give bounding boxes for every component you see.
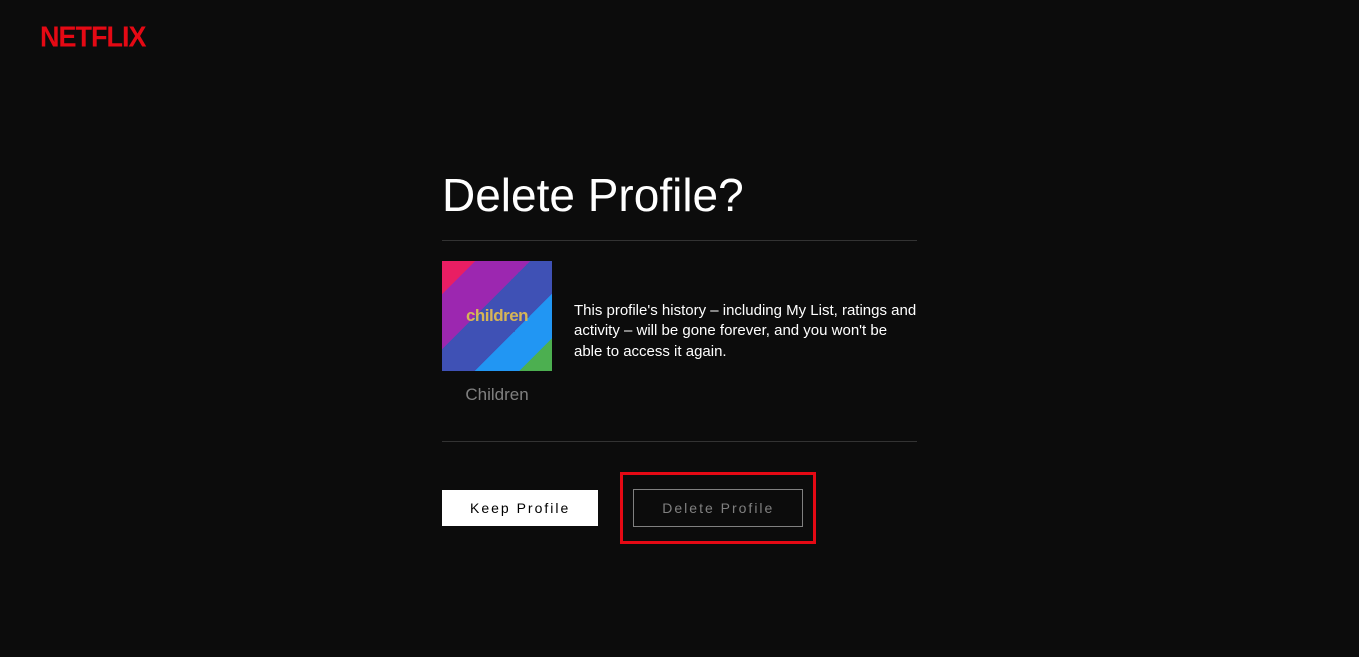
netflix-logo[interactable]: NETFLIX (40, 21, 146, 54)
profile-avatar: children (442, 261, 552, 371)
header: NETFLIX (0, 0, 1359, 53)
keep-profile-button[interactable]: Keep Profile (442, 490, 598, 526)
profile-name: Children (465, 385, 528, 405)
button-row: Keep Profile Delete Profile (442, 442, 917, 544)
delete-profile-dialog: Delete Profile? children Children This p… (442, 168, 917, 544)
dialog-title: Delete Profile? (442, 168, 917, 240)
delete-profile-button[interactable]: Delete Profile (633, 489, 803, 527)
profile-info: children Children (442, 261, 552, 405)
highlight-annotation: Delete Profile (620, 472, 816, 544)
avatar-label: children (466, 306, 528, 326)
warning-text: This profile's history – including My Li… (574, 261, 917, 362)
profile-section: children Children This profile's history… (442, 241, 917, 417)
